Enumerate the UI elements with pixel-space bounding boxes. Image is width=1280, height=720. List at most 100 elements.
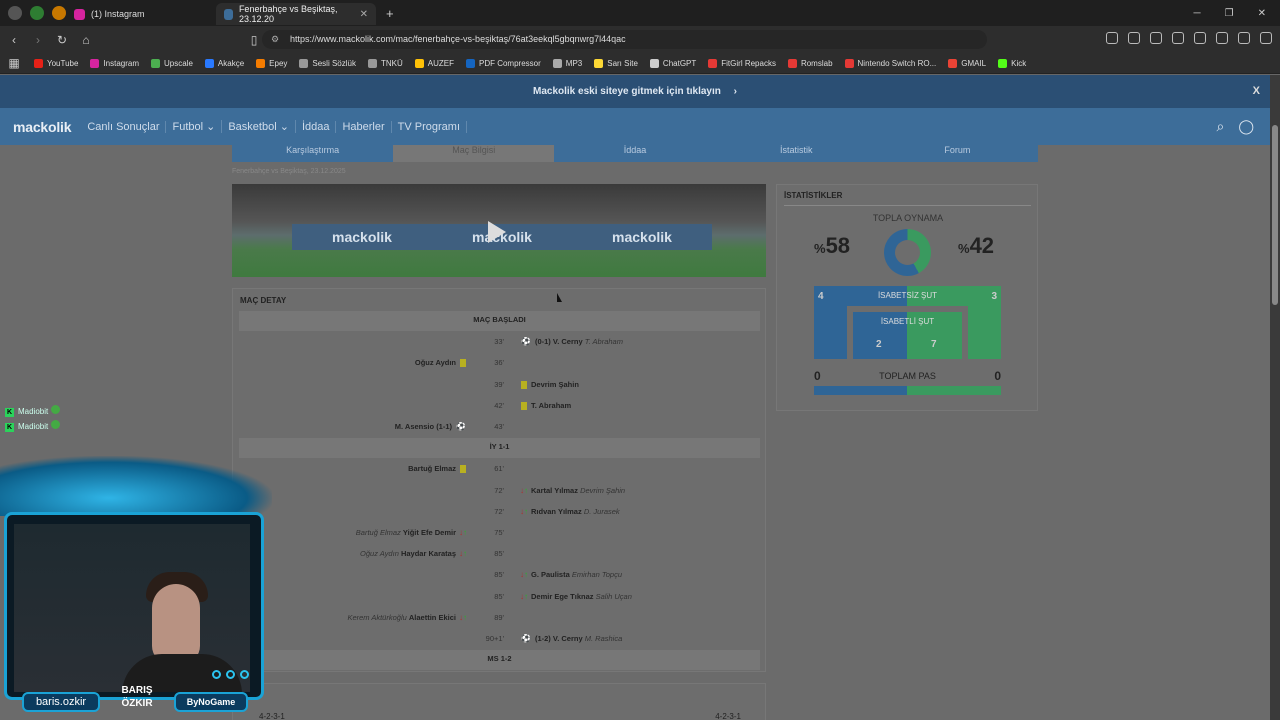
extension-icon[interactable] bbox=[52, 6, 66, 20]
assist-player: M. Rashica bbox=[584, 634, 623, 643]
bookmark-label: Upscale bbox=[164, 58, 193, 68]
video-player[interactable]: mackolik mackolik mackolik bbox=[232, 184, 766, 277]
page-scrollbar[interactable] bbox=[1270, 75, 1280, 720]
bookmark-label: ChatGPT bbox=[662, 58, 697, 68]
reload-icon[interactable]: ↻ bbox=[52, 33, 72, 47]
banner-close-button[interactable]: X bbox=[1253, 75, 1260, 108]
event-minute: 90+1' bbox=[485, 634, 504, 643]
substitution-out-player: Salih Uçan bbox=[595, 591, 632, 601]
pass-bar bbox=[814, 386, 1001, 395]
user-icon[interactable]: ◯ bbox=[1238, 118, 1254, 135]
bookmark-item[interactable]: Sesli Sözlük bbox=[299, 58, 356, 68]
chat-line: K Madiobit bbox=[5, 419, 61, 434]
event-score: (0-1) bbox=[534, 337, 551, 347]
breadcrumb: Fenerbahçe vs Beşiktaş, 23.12.2025 bbox=[232, 168, 346, 175]
bookmark-item[interactable]: TNKÜ bbox=[367, 58, 403, 68]
stats-title: İSTATİSTİKLER bbox=[784, 191, 1031, 206]
possession-donut bbox=[884, 229, 931, 276]
nav-iddaa[interactable]: İddaa bbox=[296, 120, 337, 133]
banner-link[interactable]: Mackolik eski siteye gitmek için tıklayı… bbox=[533, 86, 721, 97]
close-tab-icon[interactable]: ✕ bbox=[360, 9, 368, 20]
extension-icon[interactable] bbox=[1128, 32, 1140, 44]
extension-icon[interactable] bbox=[1106, 32, 1118, 44]
browser-tab-bar: (1) Instagram Fenerbahçe vs Beşiktaş, 23… bbox=[0, 0, 1280, 26]
old-site-banner[interactable]: Mackolik eski siteye gitmek için tıklayı… bbox=[0, 75, 1270, 108]
home-event: Bartuğ Elmaz Yiğit Efe Demir ↓↑ bbox=[356, 528, 470, 537]
substitution-icon: ↓↑ bbox=[520, 485, 528, 495]
extension-icon[interactable] bbox=[1150, 32, 1162, 44]
away-on-target: 7 bbox=[931, 339, 937, 350]
maximize-icon[interactable]: ❐ bbox=[1225, 8, 1234, 19]
bookmark-icon bbox=[414, 58, 424, 68]
home-icon[interactable]: ⌂ bbox=[76, 33, 96, 47]
period-header: MAÇ BAŞLADI bbox=[239, 311, 760, 331]
bookmark-icon bbox=[465, 58, 475, 68]
sidebar-icon[interactable] bbox=[1172, 32, 1184, 44]
bookmark-icon[interactable]: ▯ bbox=[244, 33, 264, 47]
ai-icon[interactable] bbox=[1216, 32, 1228, 44]
minimize-icon[interactable]: ─ bbox=[1194, 8, 1201, 19]
tab-forum[interactable]: Forum bbox=[877, 145, 1038, 162]
event-row: 61' Bartuğ Elmaz bbox=[239, 459, 760, 479]
substitution-in-player: Alaettin Ekici bbox=[408, 612, 456, 622]
apps-grid-icon[interactable]: ▦ bbox=[4, 56, 24, 70]
extension-icon[interactable] bbox=[30, 6, 44, 20]
bookmark-item[interactable]: GMAIL bbox=[948, 58, 986, 68]
bookmark-item[interactable]: Sarı Site bbox=[594, 58, 638, 68]
home-event: Bartuğ Elmaz bbox=[408, 464, 470, 474]
site-info-icon[interactable]: ⚙ bbox=[271, 30, 279, 49]
event-player: Bartuğ Elmaz bbox=[408, 464, 456, 474]
bookmark-label: TNKÜ bbox=[380, 58, 403, 68]
nav-futbol[interactable]: Futbol ⌄ bbox=[166, 120, 223, 133]
bookmark-item[interactable]: Nintendo Switch RO... bbox=[844, 58, 936, 68]
tab-mac-bilgisi[interactable]: Maç Bilgisi bbox=[393, 145, 555, 162]
tab-istatistik[interactable]: İstatistik bbox=[716, 145, 877, 162]
window-controls: ─ ❐ ✕ bbox=[1194, 8, 1266, 19]
bookmark-item[interactable]: Instagram bbox=[90, 58, 139, 68]
nav-haberler[interactable]: Haberler bbox=[336, 120, 392, 133]
nav-basketbol[interactable]: Basketbol ⌄ bbox=[222, 120, 296, 133]
bookmark-item[interactable]: YouTube bbox=[34, 58, 78, 68]
bookmark-label: Sesli Sözlük bbox=[312, 58, 356, 68]
home-event: Kerem Aktürkoğlu Alaettin Ekici ↓↑ bbox=[347, 613, 470, 622]
event-row: 42' T. Abraham bbox=[239, 396, 760, 416]
browser-menu-icon[interactable] bbox=[8, 6, 22, 20]
away-event: ↓↑ Kartal Yılmaz Devrim Şahin bbox=[517, 486, 625, 495]
tab-instagram[interactable]: (1) Instagram bbox=[66, 3, 216, 25]
bookmark-item[interactable]: PDF Compressor bbox=[465, 58, 541, 68]
forward-icon[interactable]: › bbox=[28, 33, 48, 47]
event-player: V. Cerny bbox=[552, 634, 583, 643]
close-window-icon[interactable]: ✕ bbox=[1258, 8, 1266, 19]
bookmark-item[interactable]: Akakçe bbox=[204, 58, 244, 68]
tab-mackolik[interactable]: Fenerbahçe vs Beşiktaş, 23.12.20 ✕ bbox=[216, 3, 376, 25]
play-icon[interactable] bbox=[488, 221, 506, 243]
event-row: 75' Bartuğ Elmaz Yiğit Efe Demir ↓↑ bbox=[239, 523, 760, 543]
bookmark-item[interactable]: MP3 bbox=[552, 58, 582, 68]
mackolik-logo[interactable]: mackolik bbox=[13, 119, 72, 135]
bookmark-item[interactable]: ChatGPT bbox=[649, 58, 697, 68]
possession-title: TOPLA OYNAMA bbox=[872, 213, 944, 223]
tab-iddaa[interactable]: İddaa bbox=[554, 145, 715, 162]
wallet-icon[interactable] bbox=[1194, 32, 1206, 44]
home-event: M. Asensio (1-1) ⚽ bbox=[395, 422, 470, 431]
menu-icon[interactable] bbox=[1260, 32, 1272, 44]
nav-canli-sonuclar[interactable]: Canlı Sonuçlar bbox=[81, 120, 167, 133]
search-icon[interactable]: ⌕ bbox=[1216, 118, 1224, 135]
event-row: 85' Oğuz Aydın Haydar Karataş ↓↑ bbox=[239, 544, 760, 564]
webcam-feed bbox=[14, 524, 250, 692]
nav-tv-programi[interactable]: TV Programı bbox=[392, 120, 468, 133]
url-input[interactable]: ⚙ https://www.mackolik.com/mac/fenerbahç… bbox=[262, 30, 987, 49]
bookmark-item[interactable]: AUZEF bbox=[414, 58, 454, 68]
back-icon[interactable]: ‹ bbox=[4, 33, 24, 47]
video-brand: mackolik bbox=[332, 229, 392, 245]
new-tab-button[interactable]: + bbox=[386, 6, 394, 21]
goal-icon: ⚽ bbox=[521, 337, 531, 347]
match-detail-title: MAÇ DETAY bbox=[240, 296, 287, 305]
bookmark-item[interactable]: Epey bbox=[256, 58, 287, 68]
bookmark-item[interactable]: Kick bbox=[998, 58, 1026, 68]
tab-karsilastirma[interactable]: Karşılaştırma bbox=[232, 145, 393, 162]
vpn-icon[interactable] bbox=[1238, 32, 1250, 44]
bookmark-item[interactable]: Upscale bbox=[151, 58, 193, 68]
bookmark-item[interactable]: FitGirl Repacks bbox=[708, 58, 776, 68]
bookmark-item[interactable]: Romslab bbox=[787, 58, 833, 68]
